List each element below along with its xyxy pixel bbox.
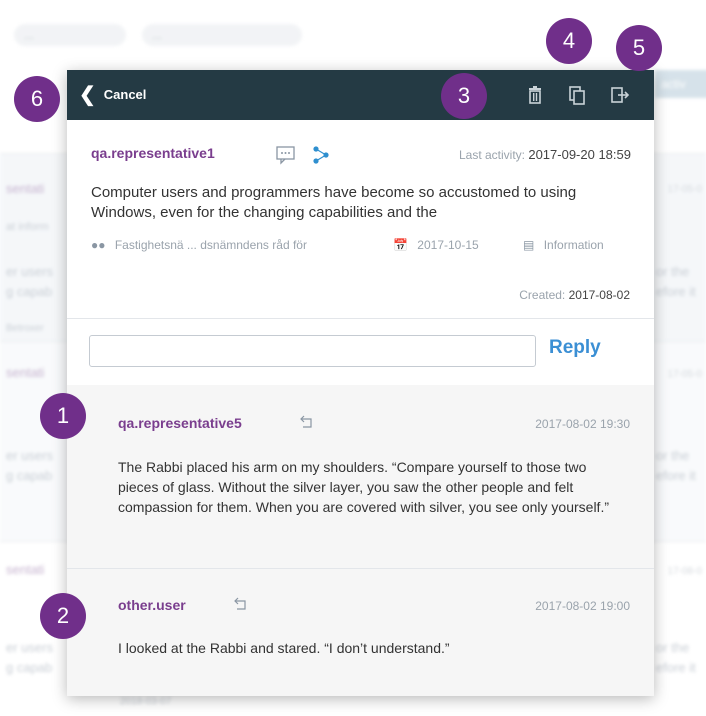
created-label: Created: [519, 288, 566, 302]
background-row-text: er users [6, 448, 53, 463]
document-icon: ▤ [523, 238, 535, 252]
background-row-text: g capab [6, 468, 53, 483]
callout-badge-1: 1 [40, 393, 86, 439]
comment-thread-modal: ❮ Cancel qa.representative1 Last activit… [67, 70, 654, 696]
cancel-button[interactable]: ❮ Cancel [79, 83, 146, 107]
background-row-head: sentati [6, 365, 45, 380]
reply-bar: Reply [67, 318, 654, 386]
background-chip: ... [142, 24, 302, 46]
comment-icon[interactable] [275, 145, 297, 165]
last-activity: Last activity: 2017-09-20 18:59 [459, 147, 631, 162]
meta-type: Information [543, 238, 604, 252]
background-filter-chips: ... ... [0, 24, 706, 48]
post-author[interactable]: qa.representative1 [91, 145, 215, 161]
reply-icon[interactable] [300, 415, 314, 434]
cancel-label: Cancel [103, 87, 147, 102]
background-row-text: er users [6, 264, 53, 279]
callout-badge-2: 2 [40, 593, 86, 639]
copy-icon[interactable] [566, 84, 588, 106]
background-row-head: sentati [6, 562, 45, 577]
share-icon[interactable] [311, 144, 331, 166]
post-body: Computer users and programmers have beco… [91, 184, 577, 221]
comment-author[interactable]: other.user [118, 597, 186, 613]
background-row-text: er users [6, 640, 53, 655]
post-meta: ●● Fastighetsnä ... dsnämndens råd för 📅… [91, 238, 631, 256]
comment-date: 2017-08-02 19:00 [535, 599, 630, 613]
date-meta: 📅 2017-10-15 [393, 238, 479, 252]
reply-input[interactable] [89, 335, 536, 367]
trash-icon[interactable] [524, 84, 546, 106]
callout-badge-4: 4 [546, 18, 592, 64]
reply-button[interactable]: Reply [549, 337, 601, 359]
modal-toolbar: ❮ Cancel [67, 70, 654, 120]
background-row-text: g capab [6, 284, 53, 299]
comment-item: qa.representative5 2017-08-02 19:30 The … [67, 385, 654, 569]
background-row-text: or the [656, 448, 690, 463]
callout-badge-5: 5 [616, 25, 662, 71]
background-row-text: efore it [656, 660, 696, 675]
background-row-text: efore it [656, 284, 696, 299]
last-activity-value: 2017-09-20 18:59 [528, 147, 631, 162]
background-row-text: efore it [656, 468, 696, 483]
callout-badge-6: 6 [14, 76, 60, 122]
last-activity-label: Last activity: [458, 148, 525, 162]
background-row-date: 17-05-0 [667, 184, 702, 195]
background-row-head: sentati [6, 181, 45, 196]
background-row-text: or the [656, 640, 690, 655]
post-header: qa.representative1 Last activity: 2017-0… [91, 145, 631, 165]
background-row-sub: at inform [6, 221, 49, 233]
export-icon[interactable] [609, 84, 631, 106]
comment-item: other.user 2017-08-02 19:00 I looked at … [67, 569, 654, 696]
comment-author[interactable]: qa.representative5 [118, 415, 242, 431]
callout-badge-3: 3 [441, 73, 487, 119]
group-icon: ●● [91, 238, 106, 252]
comment-text: The Rabbi placed his arm on my shoulders… [118, 459, 609, 515]
background-chip: ... [14, 24, 126, 46]
group-meta: ●● Fastighetsnä ... dsnämndens råd för [91, 238, 307, 252]
meta-date: 2017-10-15 [417, 238, 479, 252]
calendar-icon: 📅 [393, 238, 408, 252]
background-row-foot: Betroxer [6, 323, 44, 334]
background-active-tab: activ [655, 70, 706, 98]
background-row-date: 17-05-0 [667, 369, 702, 380]
comment-date: 2017-08-02 19:30 [535, 417, 630, 431]
comment-text: I looked at the Rabbi and stared. “I don… [118, 640, 450, 656]
reply-icon[interactable] [234, 597, 248, 616]
created-value: 2017-08-02 [568, 288, 630, 302]
chevron-left-icon: ❮ [79, 84, 96, 106]
background-row-date: 17-08-0 [667, 566, 702, 577]
background-row-text: or the [656, 264, 690, 279]
group-name: Fastighetsnä ... dsnämndens råd för [114, 238, 307, 252]
background-row-text: g capab [6, 660, 53, 675]
created-info: Created: 2017-08-02 [519, 288, 630, 302]
type-meta: ▤ Information [523, 238, 604, 252]
